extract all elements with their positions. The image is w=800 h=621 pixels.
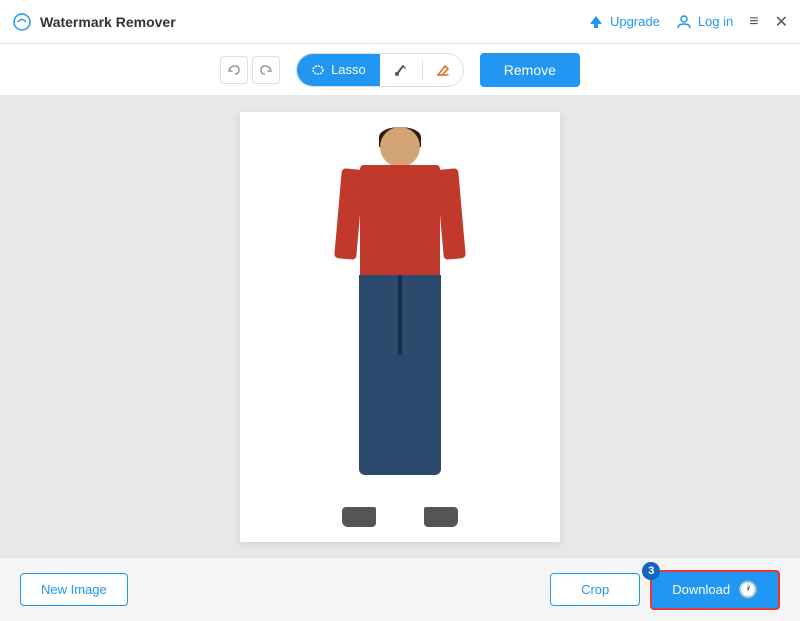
clock-icon: 🕐 bbox=[738, 580, 758, 600]
undo-redo-group bbox=[220, 56, 280, 84]
title-bar-left: Watermark Remover bbox=[12, 12, 588, 32]
title-bar-right: Upgrade Log in ≡ ✕ bbox=[588, 12, 788, 32]
menu-icon[interactable]: ≡ bbox=[749, 13, 758, 31]
image-container bbox=[240, 112, 560, 542]
login-button[interactable]: Log in bbox=[676, 14, 733, 30]
eraser-tool-button[interactable] bbox=[423, 53, 463, 87]
person-figure bbox=[330, 127, 470, 527]
new-image-button[interactable]: New Image bbox=[20, 573, 128, 606]
undo-icon bbox=[227, 63, 241, 77]
toolbar: Lasso Remove bbox=[0, 44, 800, 96]
lasso-icon bbox=[311, 63, 325, 77]
user-icon bbox=[676, 14, 692, 30]
app-icon bbox=[12, 12, 32, 32]
head bbox=[380, 127, 420, 167]
bottom-bar: New Image Crop 3 Download 🕐 bbox=[0, 557, 800, 621]
tool-group: Lasso bbox=[296, 53, 464, 87]
brush-icon bbox=[394, 63, 408, 77]
eraser-icon bbox=[435, 62, 451, 78]
shoe-right bbox=[424, 507, 458, 527]
crop-button[interactable]: Crop bbox=[550, 573, 640, 606]
remove-button[interactable]: Remove bbox=[480, 53, 580, 87]
title-bar: Watermark Remover Upgrade Log in ≡ ✕ bbox=[0, 0, 800, 44]
canvas-area bbox=[0, 96, 800, 557]
upgrade-button[interactable]: Upgrade bbox=[588, 14, 660, 30]
close-icon[interactable]: ✕ bbox=[775, 12, 788, 32]
download-wrapper: 3 Download 🕐 bbox=[650, 570, 780, 610]
shoe-left bbox=[342, 507, 376, 527]
download-button[interactable]: Download 🕐 bbox=[650, 570, 780, 610]
upgrade-icon bbox=[588, 14, 604, 30]
app-title: Watermark Remover bbox=[40, 14, 176, 30]
arm-right bbox=[436, 168, 466, 260]
bottom-right-actions: Crop 3 Download 🕐 bbox=[550, 570, 780, 610]
body-shirt bbox=[360, 165, 440, 275]
undo-button[interactable] bbox=[220, 56, 248, 84]
download-badge: 3 bbox=[642, 562, 660, 580]
jeans bbox=[359, 275, 441, 475]
brush-tool-button[interactable] bbox=[380, 54, 422, 86]
redo-icon bbox=[259, 63, 273, 77]
lasso-tool-button[interactable]: Lasso bbox=[297, 54, 380, 86]
redo-button[interactable] bbox=[252, 56, 280, 84]
jeans-gap bbox=[398, 275, 402, 355]
